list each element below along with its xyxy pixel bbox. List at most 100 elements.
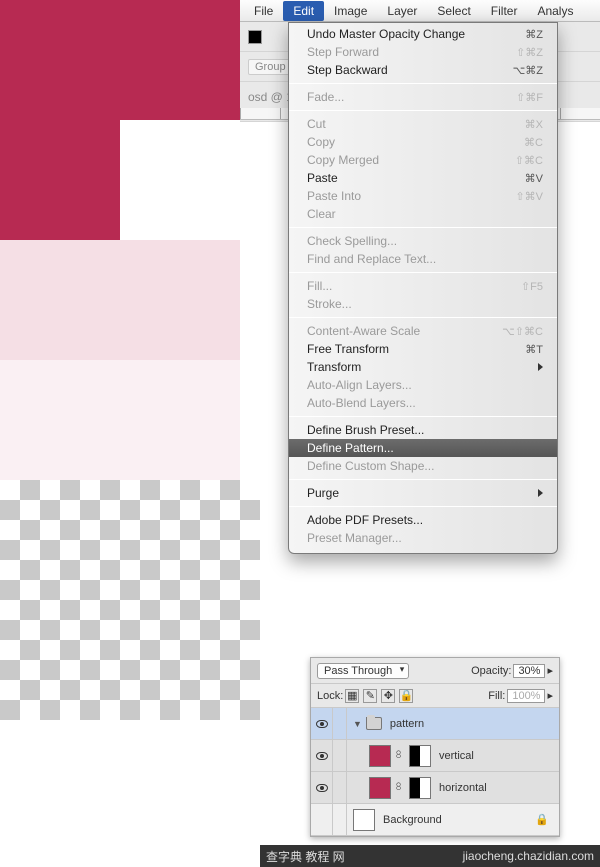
menuitem-shortcut: ⌘X <box>525 118 543 131</box>
menuitem-label: Adobe PDF Presets... <box>307 513 423 527</box>
fill-label: Fill: <box>488 690 505 702</box>
fill-arrow-icon[interactable]: ▸ <box>547 689 553 702</box>
menuitem-shortcut: ⇧⌘Z <box>516 46 543 59</box>
layer-content: 𝟾horizontal <box>347 777 559 799</box>
menubar-item-select[interactable]: Select <box>427 1 480 21</box>
menubar-item-edit[interactable]: Edit <box>283 1 324 21</box>
menu-separator <box>289 83 557 84</box>
opacity-arrow-icon[interactable]: ▸ <box>547 664 553 677</box>
link-icon: 𝟾 <box>395 749 405 762</box>
menuitem-free-transform[interactable]: Free Transform⌘T <box>289 340 557 358</box>
menuitem-label: Step Backward <box>307 63 388 77</box>
menuitem-transform[interactable]: Transform <box>289 358 557 376</box>
menuitem-label: Content-Aware Scale <box>307 324 420 338</box>
lock-transparent-icon[interactable]: ▦ <box>345 689 359 703</box>
menuitem-check-spelling: Check Spelling... <box>289 232 557 250</box>
menuitem-copy-merged: Copy Merged⇧⌘C <box>289 151 557 169</box>
lock-all-icon[interactable]: 🔒 <box>399 689 413 703</box>
menuitem-shortcut: ⇧⌘V <box>515 190 543 203</box>
layer-row-background[interactable]: Background🔒 <box>311 804 559 836</box>
swatch-white <box>120 120 280 240</box>
menubar-item-filter[interactable]: Filter <box>481 1 528 21</box>
menuitem-paste[interactable]: Paste⌘V <box>289 169 557 187</box>
menuitem-label: Auto-Align Layers... <box>307 378 412 392</box>
edit-menu: Undo Master Opacity Change ⌘Z Step Forward… <box>288 22 558 554</box>
menu-separator <box>289 110 557 111</box>
layer-row-vertical[interactable]: 𝟾 vertical <box>311 740 559 772</box>
menuitem-label: Free Transform <box>307 342 389 356</box>
blend-mode-select[interactable]: Pass Through <box>317 663 409 679</box>
menuitem-auto-align-layers: Auto-Align Layers... <box>289 376 557 394</box>
menuitem-label: Auto-Blend Layers... <box>307 396 416 410</box>
layer-name[interactable]: pattern <box>390 718 424 730</box>
disclosure-icon[interactable]: ▼ <box>353 719 362 729</box>
menubar-item-analys[interactable]: Analys <box>527 1 583 21</box>
layer-content: ▼ pattern <box>347 717 559 730</box>
eye-icon <box>316 752 328 760</box>
layer-link-column <box>333 772 347 803</box>
menu-separator <box>289 272 557 273</box>
menuitem-cut: Cut⌘X <box>289 115 557 133</box>
layer-visibility-toggle[interactable] <box>311 804 333 835</box>
menuitem-label: Undo Master Opacity Change <box>307 27 465 41</box>
menuitem-shortcut: ⇧F5 <box>521 280 543 293</box>
lock-pixels-icon[interactable]: ✎ <box>363 689 377 703</box>
menuitem-label: Find and Replace Text... <box>307 252 436 266</box>
menuitem-step-backward[interactable]: Step Backward ⌥⌘Z <box>289 61 557 79</box>
swatch-pale <box>0 360 240 480</box>
menubar-item-layer[interactable]: Layer <box>377 1 427 21</box>
menuitem-shortcut: ⇧⌘F <box>516 91 543 104</box>
lock-position-icon[interactable]: ✥ <box>381 689 395 703</box>
menuitem-shortcut: ⌥⌘Z <box>513 64 543 77</box>
layer-thumbnail <box>369 745 391 767</box>
menubar-item-image[interactable]: Image <box>324 1 377 21</box>
folder-icon <box>366 717 382 730</box>
layer-name[interactable]: Background <box>383 814 442 826</box>
layer-name[interactable]: horizontal <box>439 782 487 794</box>
menuitem-auto-blend-layers: Auto-Blend Layers... <box>289 394 557 412</box>
menuitem-label: Purge <box>307 486 339 500</box>
fill-value[interactable]: 100% <box>507 689 545 703</box>
layer-row-horizontal[interactable]: 𝟾horizontal <box>311 772 559 804</box>
submenu-arrow-icon <box>538 363 543 371</box>
menuitem-step-forward: Step Forward⇧⌘Z <box>289 43 557 61</box>
menuitem-label: Stroke... <box>307 297 352 311</box>
eye-icon <box>316 784 328 792</box>
menuitem-undo-master-opacity-change[interactable]: Undo Master Opacity Change ⌘Z <box>289 25 557 43</box>
submenu-arrow-icon <box>538 489 543 497</box>
watermark-bottom-left: 查字典 教程 网 <box>266 848 345 865</box>
layer-row-pattern[interactable]: ▼ pattern <box>311 708 559 740</box>
menuitem-shortcut: ⌘Z <box>525 28 543 41</box>
menuitem-define-custom-shape: Define Custom Shape... <box>289 457 557 475</box>
menuitem-define-pattern[interactable]: Define Pattern... <box>289 439 557 457</box>
menuitem-label: Fade... <box>307 90 344 104</box>
document-tab-hint[interactable]: osd @ 1 <box>248 90 293 104</box>
opacity-value[interactable]: 30% <box>513 664 545 678</box>
menuitem-adobe-pdf-presets[interactable]: Adobe PDF Presets... <box>289 511 557 529</box>
menu-separator <box>289 317 557 318</box>
menuitem-label: Fill... <box>307 279 332 293</box>
menu-separator <box>289 227 557 228</box>
menuitem-define-brush-preset[interactable]: Define Brush Preset... <box>289 421 557 439</box>
menubar-item-file[interactable]: File <box>244 1 283 21</box>
group-chip[interactable]: Group <box>248 59 293 75</box>
layer-list: ▼ pattern 𝟾 vertical 𝟾horizontal Background🔒 <box>311 708 559 836</box>
menuitem-label: Define Custom Shape... <box>307 459 434 473</box>
layer-visibility-toggle[interactable] <box>311 740 333 771</box>
menuitem-fill: Fill... ⇧F5 <box>289 277 557 295</box>
menuitem-purge[interactable]: Purge <box>289 484 557 502</box>
menu-separator <box>289 506 557 507</box>
layer-link-column <box>333 804 347 835</box>
menu-separator <box>289 416 557 417</box>
menuitem-content-aware-scale: Content-Aware Scale⌥⇧⌘C <box>289 322 557 340</box>
mask-thumbnail <box>409 745 431 767</box>
layer-visibility-toggle[interactable] <box>311 708 333 739</box>
menuitem-label: Copy <box>307 135 335 149</box>
watermark-bottom-right: jiaocheng.chazidian.com <box>463 849 594 863</box>
layer-name[interactable]: vertical <box>439 750 474 762</box>
layer-thumbnail <box>353 809 375 831</box>
layers-panel: Pass Through Opacity: 30% ▸ Lock: ▦ ✎ ✥ … <box>310 657 560 837</box>
layer-visibility-toggle[interactable] <box>311 772 333 803</box>
swap-swatch-icon <box>248 30 262 44</box>
menu-separator <box>289 479 557 480</box>
